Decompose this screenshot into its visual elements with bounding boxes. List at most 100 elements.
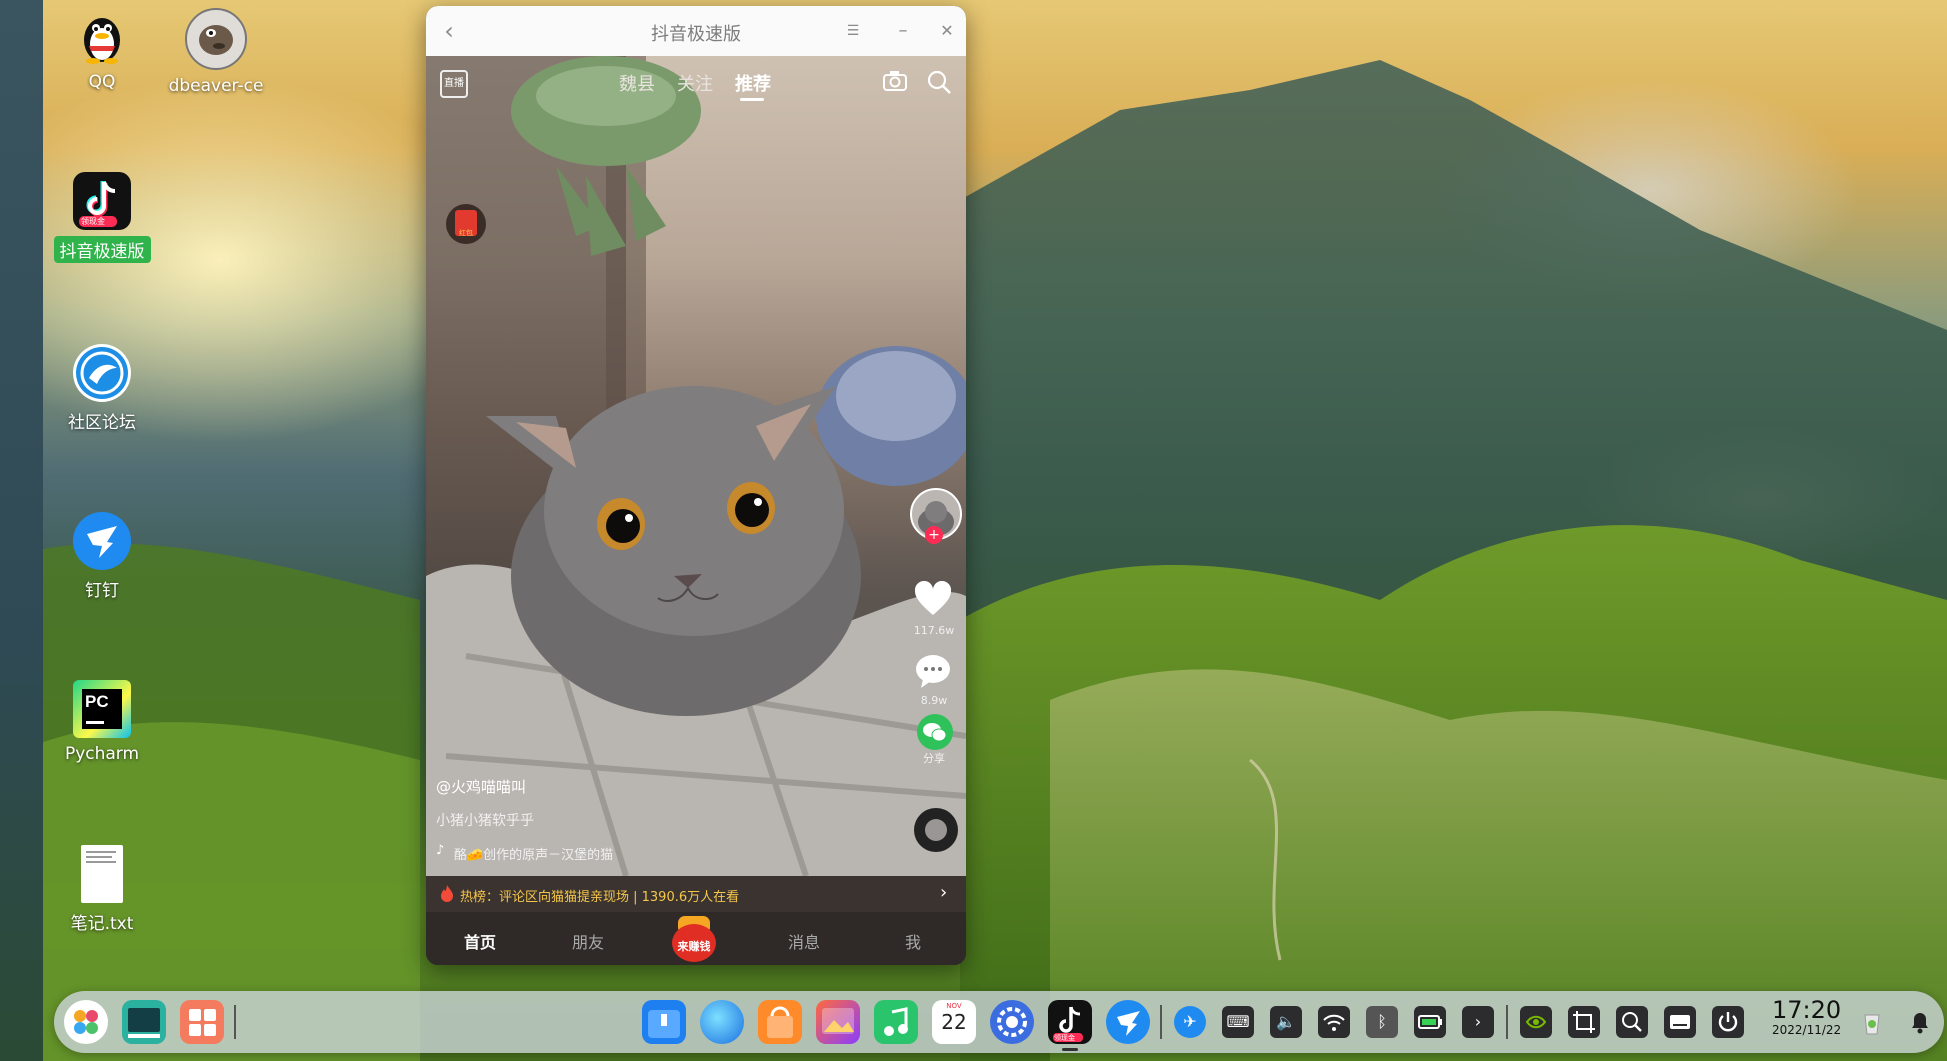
image-viewer-icon[interactable] bbox=[816, 1000, 860, 1044]
pycharm-icon: PC bbox=[73, 680, 131, 738]
douyin-app-window[interactable]: ‹ 抖音极速版 ☰ – ✕ 直播 魏县 关注 推荐 红包 + 117.6w 8.… bbox=[426, 6, 966, 965]
tab-following[interactable]: 关注 bbox=[677, 70, 713, 96]
red-packet-button[interactable]: 红包 bbox=[446, 204, 486, 244]
desktop-icon-pycharm[interactable]: PC Pycharm bbox=[42, 680, 162, 764]
nav-messages[interactable]: 消息 bbox=[788, 929, 820, 953]
comment-bubble-icon[interactable] bbox=[913, 652, 953, 694]
desktop-icon-label: Pycharm bbox=[64, 744, 140, 764]
desktop-icon-community-forum[interactable]: 社区论坛 bbox=[42, 344, 162, 433]
douyin-dock-icon[interactable]: 领现金 bbox=[1048, 1000, 1092, 1051]
video-player[interactable]: 直播 魏县 关注 推荐 红包 + 117.6w 8.9w 分享 @火鸡喵喵叫 小… bbox=[426, 56, 966, 876]
dock-separator bbox=[1160, 1005, 1162, 1039]
power-icon[interactable] bbox=[1712, 1006, 1744, 1038]
battery-icon[interactable] bbox=[1414, 1006, 1446, 1038]
launcher-icon[interactable] bbox=[64, 1000, 108, 1044]
like-count: 117.6w bbox=[913, 624, 955, 637]
clock-date: 2022/11/22 bbox=[1772, 1023, 1842, 1037]
tab-local[interactable]: 魏县 bbox=[619, 70, 655, 96]
onscreen-keyboard-icon[interactable] bbox=[1664, 1006, 1696, 1038]
settings-gear-icon[interactable] bbox=[990, 1000, 1034, 1044]
music-disc-icon[interactable] bbox=[914, 808, 958, 852]
window-titlebar[interactable]: ‹ 抖音极速版 ☰ – ✕ bbox=[426, 6, 966, 56]
desktop-left-edge bbox=[0, 0, 43, 1061]
desktop-icon-qq[interactable]: QQ bbox=[42, 8, 162, 92]
desktop-icon-label: 钉钉 bbox=[85, 581, 119, 601]
search-icon[interactable] bbox=[1616, 1006, 1648, 1038]
trash-icon[interactable] bbox=[1856, 1006, 1888, 1038]
video-description: 小猪小猪软乎乎 bbox=[436, 813, 534, 829]
active-tab-indicator bbox=[740, 98, 764, 101]
text-file-icon bbox=[81, 845, 123, 903]
nvidia-icon[interactable] bbox=[1520, 1006, 1552, 1038]
follow-plus-button[interactable]: + bbox=[925, 526, 943, 544]
music-player-icon[interactable] bbox=[874, 1000, 918, 1044]
wechat-share-icon[interactable] bbox=[917, 714, 953, 750]
desktop-icon-notes-txt[interactable]: 笔记.txt bbox=[42, 845, 162, 934]
desktop-wallpaper bbox=[0, 0, 1947, 1061]
window-title: 抖音极速版 bbox=[651, 24, 741, 45]
desktop-icon-label: 社区论坛 bbox=[68, 413, 136, 433]
calendar-day: 22 bbox=[941, 1010, 967, 1034]
desktop-icon-label: dbeaver-ce bbox=[168, 76, 264, 96]
video-frame bbox=[426, 56, 966, 876]
dock-separator bbox=[234, 1005, 236, 1039]
calendar-month: NOV bbox=[946, 1002, 962, 1010]
file-manager-icon[interactable] bbox=[642, 1000, 686, 1044]
douyin-dock-badge: 领现金 bbox=[1054, 1034, 1075, 1042]
browser-icon[interactable] bbox=[700, 1000, 744, 1044]
comment-count: 8.9w bbox=[920, 694, 948, 707]
dingtalk-tray-icon[interactable]: ✈ bbox=[1174, 1006, 1206, 1038]
window-menu-button[interactable]: ☰ bbox=[840, 18, 866, 44]
multitask-view-icon[interactable] bbox=[122, 1000, 166, 1044]
pycharm-badge-text: PC bbox=[85, 692, 109, 711]
desktop-icon-dbeaver[interactable]: dbeaver-ce bbox=[156, 8, 276, 96]
desktop-icon-label: QQ bbox=[88, 72, 116, 92]
like-heart-icon[interactable] bbox=[913, 580, 953, 621]
taskbar-dock[interactable]: NOV 22 领现金 ✈ ⌨ 🔈 ᛒ › 17:20 2022/11/22 bbox=[54, 991, 1944, 1053]
clock-time: 17:20 bbox=[1772, 996, 1842, 1024]
camera-icon[interactable] bbox=[882, 69, 908, 97]
pycharm-icon-inner: PC bbox=[82, 689, 122, 729]
desktop-icon-label: 抖音极速版 bbox=[53, 236, 151, 263]
running-indicator bbox=[1062, 1048, 1078, 1051]
nav-me[interactable]: 我 bbox=[905, 929, 921, 953]
wifi-icon[interactable] bbox=[1318, 1006, 1350, 1038]
qq-penguin-icon bbox=[73, 8, 131, 66]
screenshot-icon[interactable] bbox=[1568, 1006, 1600, 1038]
earn-money-label: 来赚钱 bbox=[677, 940, 711, 953]
dingtalk-dock-icon[interactable] bbox=[1106, 1000, 1150, 1044]
calendar-icon[interactable]: NOV 22 bbox=[932, 1000, 976, 1044]
live-button[interactable]: 直播 bbox=[440, 70, 468, 98]
app-store-icon[interactable] bbox=[758, 1000, 802, 1044]
deepin-logo-icon bbox=[73, 344, 131, 402]
bottom-navigation[interactable]: 首页 朋友 来赚钱 消息 我 bbox=[426, 912, 966, 965]
dbeaver-icon bbox=[185, 8, 247, 70]
search-icon[interactable] bbox=[926, 69, 952, 99]
douyin-icon-badge: 领现金 bbox=[81, 217, 105, 226]
nav-home[interactable]: 首页 bbox=[464, 929, 496, 953]
keyboard-icon[interactable]: ⌨ bbox=[1222, 1006, 1254, 1038]
nav-friends[interactable]: 朋友 bbox=[572, 929, 604, 953]
earn-money-button[interactable]: 来赚钱 bbox=[671, 914, 717, 962]
dingtalk-icon bbox=[73, 512, 131, 570]
share-label: 分享 bbox=[923, 752, 945, 765]
hot-list-banner[interactable]: 热榜：评论区向猫猫提亲现场 | 1390.6万人在看 › bbox=[426, 876, 966, 912]
window-close-button[interactable]: ✕ bbox=[934, 18, 960, 44]
workspace-icon[interactable] bbox=[180, 1000, 224, 1044]
music-note-icon: ♪ bbox=[436, 843, 445, 858]
video-music-title[interactable]: 酪🧀创作的原声－汉堡的猫 bbox=[454, 844, 613, 863]
video-author-name[interactable]: @火鸡喵喵叫 bbox=[436, 776, 526, 797]
chevron-right-icon[interactable]: › bbox=[1462, 1006, 1494, 1038]
system-clock[interactable]: 17:20 2022/11/22 bbox=[1772, 997, 1841, 1037]
window-minimize-button[interactable]: – bbox=[890, 18, 916, 44]
desktop-icon-label: 笔记.txt bbox=[70, 914, 134, 934]
dock-separator bbox=[1506, 1005, 1508, 1039]
desktop-icon-douyin-lite[interactable]: 领现金 抖音极速版 bbox=[42, 172, 162, 263]
tab-recommend[interactable]: 推荐 bbox=[735, 70, 771, 96]
volume-icon[interactable]: 🔈 bbox=[1270, 1006, 1302, 1038]
red-packet-label: 红包 bbox=[459, 229, 473, 237]
chevron-right-icon: › bbox=[940, 882, 948, 903]
desktop-icon-dingtalk[interactable]: 钉钉 bbox=[42, 512, 162, 601]
notification-bell-icon[interactable] bbox=[1904, 1006, 1936, 1038]
bluetooth-icon[interactable]: ᛒ bbox=[1366, 1006, 1398, 1038]
